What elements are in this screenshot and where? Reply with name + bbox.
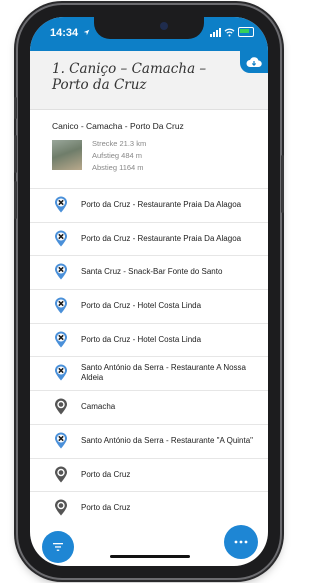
- status-time: 14:34: [50, 27, 90, 39]
- list-item-label: Porto da Cruz - Restaurante Praia Da Ala…: [81, 200, 242, 209]
- restaurant-pin-icon: [55, 196, 67, 213]
- list-item-label: Porto da Cruz - Hotel Costa Linda: [81, 301, 202, 311]
- list-item-label: Porto da Cruz: [81, 469, 131, 479]
- mute-switch: [14, 97, 17, 119]
- route-detail[interactable]: Canico - Camacha - Porto Da Cruz Strecke…: [30, 110, 268, 566]
- list-item-label: Porto da Cruz - Restaurante Praia Da Ala…: [81, 233, 242, 243]
- poi-list: Porto da Cruz - Restaurante Praia Da Ala…: [30, 188, 268, 525]
- status-time-text: 14:34: [50, 27, 79, 39]
- restaurant-pin-icon: [55, 331, 67, 348]
- filter-button[interactable]: [42, 531, 74, 563]
- list-item-label: Porto da Cruz: [81, 503, 131, 513]
- list-item[interactable]: Porto da Cruz: [30, 457, 268, 492]
- page-header: 1. Caniço – Camacha – Porto da Cruz: [30, 51, 268, 110]
- wifi-icon: [224, 28, 235, 36]
- notch: [94, 17, 204, 39]
- list-item[interactable]: Porto da Cruz - Restaurante Praia Da Ala…: [30, 188, 268, 222]
- restaurant-pin-icon: [55, 297, 67, 314]
- list-item[interactable]: Porto da Cruz: [30, 491, 268, 525]
- route-distance: Strecke 21.3 km: [92, 139, 147, 148]
- location-arrow-icon: [83, 29, 90, 36]
- home-indicator[interactable]: [110, 555, 190, 558]
- route-thumbnail[interactable]: [52, 140, 82, 170]
- route-stats: Strecke 21.3 km Aufstieg 484 m Abstieg 1…: [92, 138, 146, 174]
- volume-up-button: [14, 135, 17, 173]
- route-descent: Abstieg 1164 m: [92, 163, 144, 172]
- volume-down-button: [14, 181, 17, 219]
- restaurant-pin-icon: [55, 364, 67, 381]
- place-pin-icon: [55, 398, 67, 415]
- page-title: 1. Caniço – Camacha – Porto da Cruz: [52, 61, 207, 93]
- list-item[interactable]: Santa Cruz - Snack-Bar Fonte do Santo: [30, 255, 268, 289]
- route-name: Canico - Camacha - Porto Da Cruz: [52, 121, 184, 131]
- signal-icon: [210, 27, 221, 37]
- more-icon: [234, 540, 248, 544]
- cloud-download-icon: [246, 57, 262, 67]
- phone-frame: 14:34 1. Caniço – Camacha – Porto da Cru…: [14, 5, 284, 578]
- phone-screen: 14:34 1. Caniço – Camacha – Porto da Cru…: [30, 17, 268, 566]
- list-item[interactable]: Porto da Cruz - Hotel Costa Linda: [30, 289, 268, 323]
- list-item-label: Santo António da Serra - Restaurante A N…: [81, 363, 246, 383]
- list-item[interactable]: Camacha: [30, 390, 268, 424]
- filter-icon: [53, 543, 63, 551]
- camera-icon: [160, 22, 168, 30]
- cloud-download-button[interactable]: [240, 51, 268, 73]
- power-button: [281, 155, 284, 213]
- route-ascent: Aufstieg 484 m: [92, 151, 143, 160]
- restaurant-pin-icon: [55, 432, 67, 449]
- battery-icon: [238, 27, 254, 37]
- list-item-label: Porto da Cruz - Hotel Costa Linda: [81, 334, 202, 344]
- list-item[interactable]: Santo António da Serra - Restaurante "A …: [30, 423, 268, 458]
- status-icons: [210, 27, 254, 37]
- list-item[interactable]: Porto da Cruz - Restaurante Praia Da Ala…: [30, 221, 268, 256]
- restaurant-pin-icon: [55, 263, 67, 280]
- more-button[interactable]: [224, 525, 258, 559]
- list-item[interactable]: Santo António da Serra - Restaurante A N…: [30, 356, 268, 390]
- place-pin-icon: [55, 466, 67, 482]
- list-item-label: Camacha: [81, 402, 116, 412]
- place-pin-icon: [55, 499, 67, 516]
- list-item-label: Santo António da Serra - Restaurante "A …: [81, 435, 254, 445]
- list-item[interactable]: Porto da Cruz - Hotel Costa Linda: [30, 322, 268, 357]
- list-item-label: Santa Cruz - Snack-Bar Fonte do Santo: [81, 267, 223, 277]
- restaurant-pin-icon: [55, 230, 67, 247]
